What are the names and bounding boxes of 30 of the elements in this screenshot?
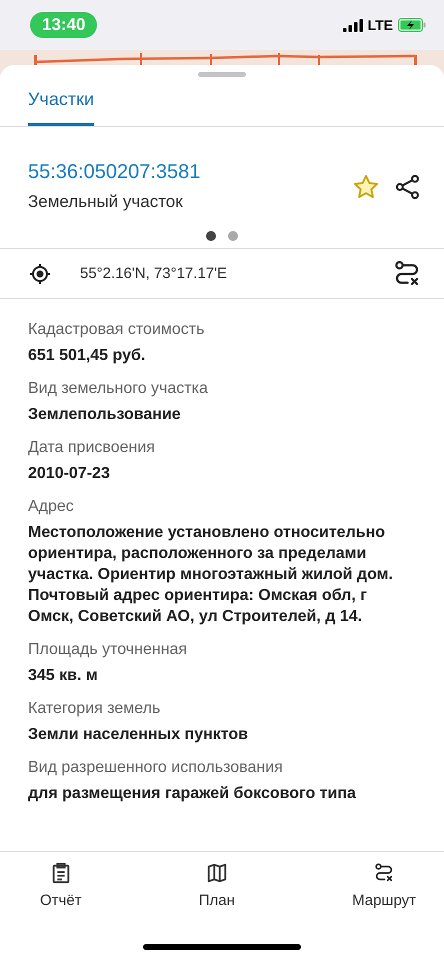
field-value: Земли населенных пунктов <box>28 725 250 745</box>
field-value: для размещения гаражей боксового типа <box>28 784 357 804</box>
field-label: Вид земельного участка <box>28 380 209 398</box>
field-label: Вид разрешенного использования <box>28 759 284 777</box>
battery-icon <box>398 18 426 32</box>
page-dot[interactable] <box>228 231 238 241</box>
location-icon <box>28 262 52 286</box>
nav-button[interactable]: Маршрут <box>352 862 416 938</box>
field-label: Площадь уточненная <box>28 641 188 659</box>
drag-handle[interactable] <box>198 72 246 77</box>
network-label: LTE <box>368 17 393 33</box>
field-value: 651 501,45 руб. <box>28 346 146 366</box>
field-label: Категория земель <box>28 700 162 718</box>
field-value: 2010-07-23 <box>28 464 111 484</box>
field-value: Местоположение установлено относительно ориентира, расположенного за пределами участка. Ориентир многоэтажный жилой дом. Почтовый адрес ориентира: Омская обл, г Омск, Советский АО, ул Строителей, д 14. <box>28 523 394 627</box>
nav-button[interactable]: План <box>198 862 235 938</box>
field-label: Дата присвоения <box>28 439 156 457</box>
map-icon <box>206 862 228 884</box>
status-time: 13:40 <box>30 12 98 38</box>
parcel-number: 55:36:050207:3581 <box>28 161 202 184</box>
field-value: Землепользование <box>28 405 182 425</box>
field-label: Кадастровая стоимость <box>28 321 206 339</box>
coordinates: 55°2.16'N, 73°17.17'E <box>80 265 228 282</box>
tab[interactable]: Участки <box>28 77 94 126</box>
field-label: Адрес <box>28 498 75 516</box>
page-dot[interactable] <box>206 231 216 241</box>
parcel-type: Земельный участок <box>28 192 184 212</box>
field-value: 345 кв. м <box>28 666 99 686</box>
signal-icon <box>342 18 363 32</box>
nav-button[interactable]: Отчёт <box>40 862 82 938</box>
